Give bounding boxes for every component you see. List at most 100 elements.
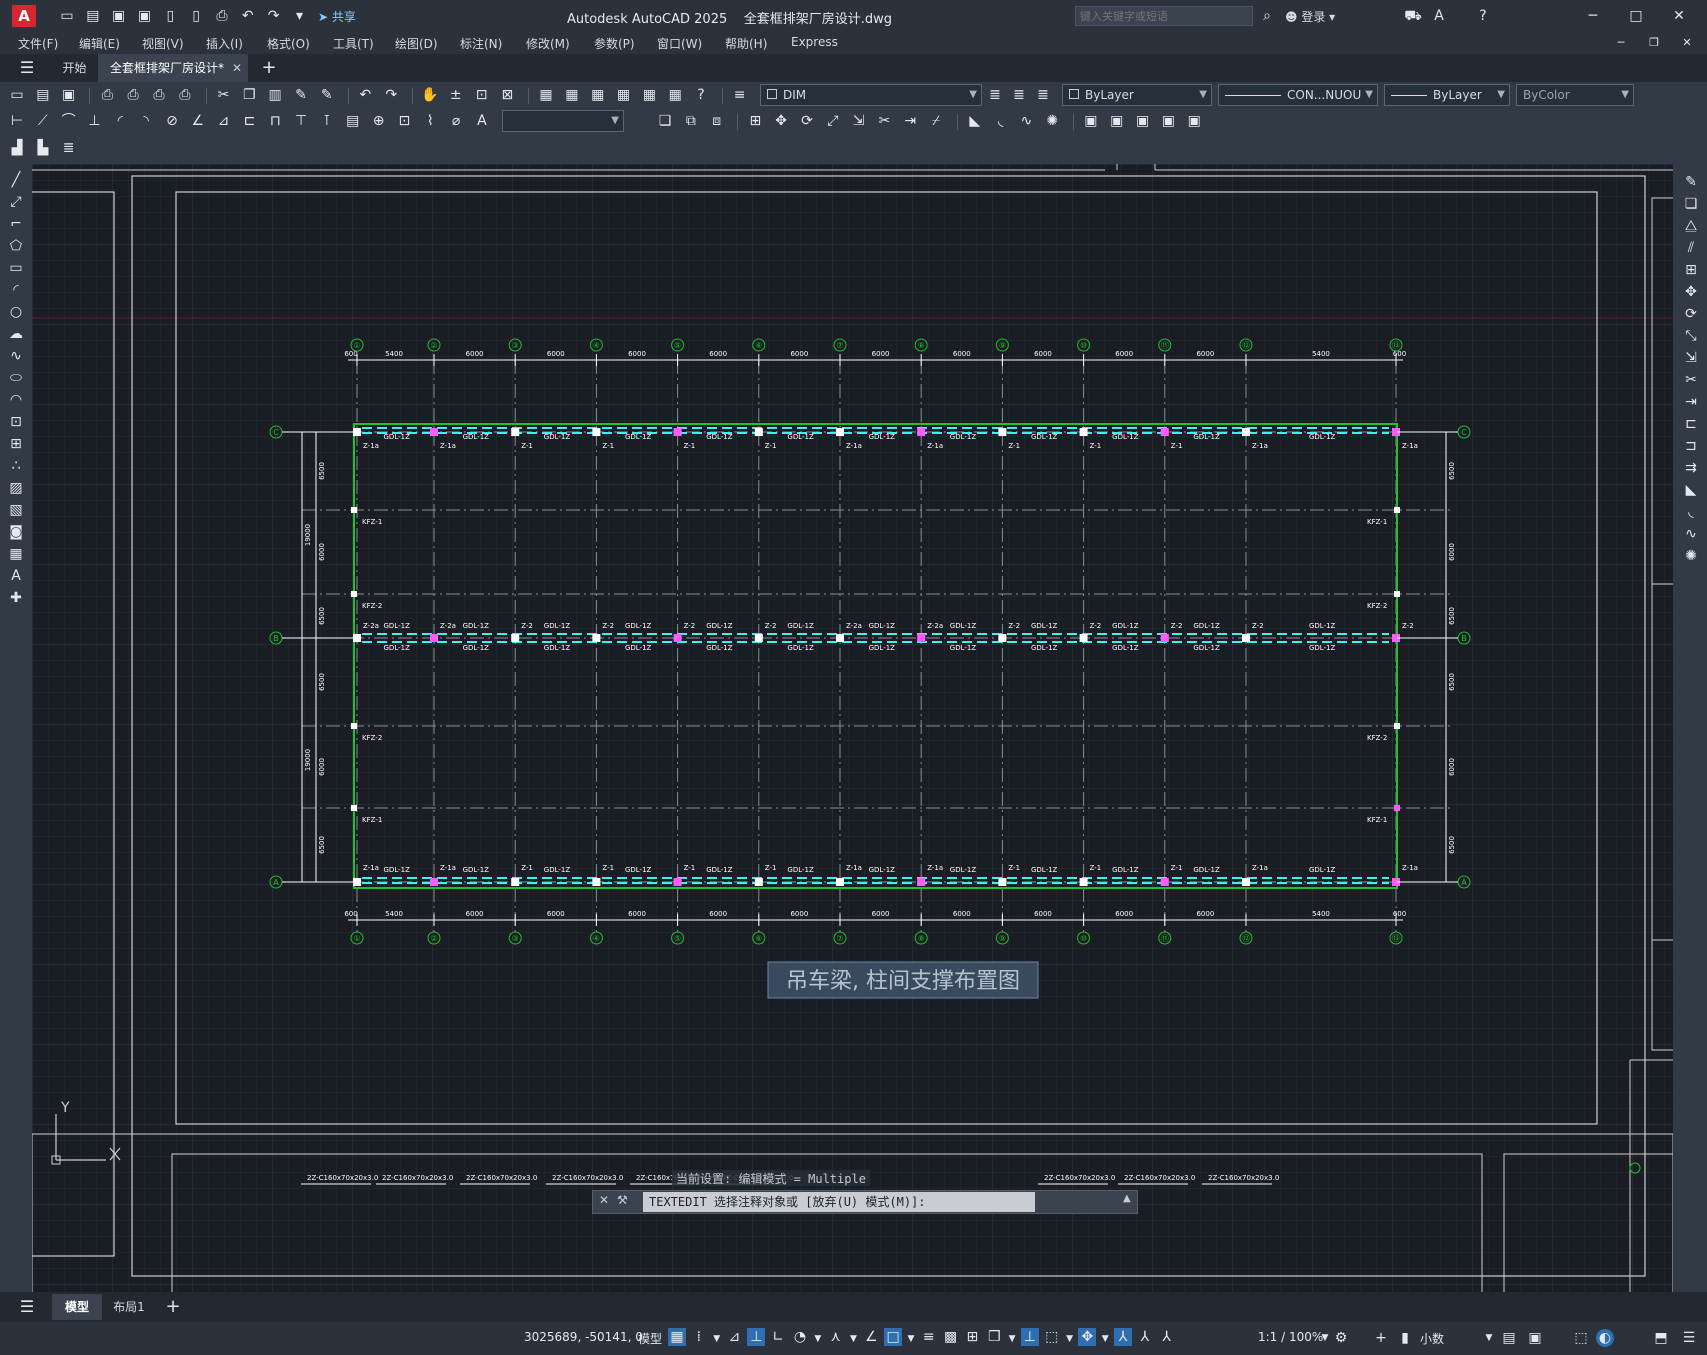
preview-icon[interactable]: ⎙ [124, 86, 142, 104]
copy-icon[interactable]: ❐ [240, 86, 258, 104]
rectangle-icon[interactable]: ▭ [6, 258, 26, 278]
workspace-gear-icon[interactable]: ⚙ [1332, 1329, 1350, 1347]
dynamic-ucs-icon[interactable]: ⊥ [1020, 1328, 1039, 1346]
lineweight-icon[interactable]: ≡ [920, 1328, 938, 1346]
isodraft-icon[interactable]: ⋏ [827, 1328, 845, 1346]
calculator-icon[interactable]: ▦ [666, 86, 684, 104]
ordinate-dim-icon[interactable]: ⊥ [85, 112, 103, 130]
units-dropdown[interactable]: 小数 [1420, 1330, 1444, 1347]
chevron-down-icon[interactable]: ▼ [1480, 1329, 1498, 1347]
arc-icon[interactable]: ◜ [6, 280, 26, 300]
menu-tools[interactable]: 工具(T) [333, 35, 374, 52]
quick-properties-icon[interactable]: ▤ [1500, 1329, 1518, 1347]
viewport-icon[interactable]: ▟ [8, 139, 26, 157]
chevron-down-icon[interactable]: ▼ [813, 1330, 823, 1348]
menu-window[interactable]: 窗口(W) [657, 35, 702, 52]
array-side-icon[interactable]: ⊞ [1681, 260, 1701, 280]
linear-dim-icon[interactable]: ⊢ [8, 112, 26, 130]
minimize-icon[interactable]: ─ [1584, 7, 1602, 25]
ortho-icon[interactable]: ∟ [769, 1328, 787, 1346]
offset-icon[interactable]: ⧈ [708, 112, 726, 130]
point-icon[interactable]: ∴ [6, 456, 26, 476]
dim-style-dropdown[interactable]: ▼ [502, 110, 624, 132]
doc-minimize-icon[interactable]: ─ [1612, 34, 1630, 52]
dim-edit-icon[interactable]: ⌀ [447, 112, 465, 130]
customize-icon[interactable]: ▾ [290, 7, 308, 25]
explode-side-icon[interactable]: ✺ [1681, 546, 1701, 566]
join-icon[interactable]: ⇉ [1681, 458, 1701, 478]
angular-dim-icon[interactable]: ∠ [189, 112, 207, 130]
search-input[interactable] [1076, 7, 1246, 25]
plotstyle-dropdown[interactable]: ByColor ▼ [1516, 84, 1634, 106]
model-space-button[interactable]: 模型 [638, 1330, 662, 1347]
copy-icon[interactable]: ❏ [656, 112, 674, 130]
rotate-side-icon[interactable]: ⟳ [1681, 304, 1701, 324]
qnew-icon[interactable]: ▭ [8, 86, 26, 104]
3d-print-icon[interactable]: ⎙ [176, 86, 194, 104]
menu-insert[interactable]: 插入(I) [206, 35, 243, 52]
publish-icon[interactable]: ⎙ [150, 86, 168, 104]
menu-dimension[interactable]: 标注(N) [460, 35, 502, 52]
wrench-icon[interactable]: ⚒ [617, 1193, 628, 1207]
drawing-title[interactable]: 吊车梁, 柱间支撑布置图 [786, 969, 1020, 994]
undo-icon[interactable]: ↶ [239, 7, 257, 25]
continue-dim-icon[interactable]: ⊓ [266, 112, 284, 130]
spline-icon[interactable]: ∿ [6, 346, 26, 366]
linetype-dropdown[interactable]: CON...NUOU ▼ [1218, 84, 1378, 106]
cut-icon[interactable]: ✂ [214, 86, 232, 104]
menu-modify[interactable]: 修改(M) [526, 35, 570, 52]
scale-side-icon[interactable]: ⤡ [1681, 326, 1701, 346]
help-icon[interactable]: ? [1474, 7, 1492, 25]
dynamic-input-icon[interactable]: ⊥ [747, 1328, 766, 1346]
paste-icon[interactable]: ▥ [266, 86, 284, 104]
units-icon[interactable]: ▮ [1396, 1329, 1414, 1347]
undo-icon[interactable]: ↶ [356, 86, 374, 104]
tab-start[interactable]: 开始 [52, 54, 97, 82]
menu-draw[interactable]: 绘图(D) [395, 35, 438, 52]
polygon-icon[interactable]: ⬠ [6, 236, 26, 256]
center-mark-icon[interactable]: ⊕ [370, 112, 388, 130]
autodesk-app-icon[interactable]: A [1430, 7, 1448, 25]
menu-help[interactable]: 帮助(H) [725, 35, 767, 52]
doc-close-icon[interactable]: ✕ [1678, 34, 1696, 52]
stretch-side-icon[interactable]: ⇲ [1681, 348, 1701, 368]
scale-icon[interactable]: ⤢ [824, 112, 842, 130]
annotation-monitor-icon[interactable]: + [1372, 1329, 1390, 1347]
maximize-icon[interactable]: □ [1627, 7, 1645, 25]
ellipse-icon[interactable]: ⬭ [6, 368, 26, 388]
add-selected-icon[interactable]: ✚ [6, 588, 26, 608]
fillet-icon[interactable]: ◟ [992, 112, 1010, 130]
coordinates-readout[interactable]: 3025689, -50141, 0 [524, 1330, 643, 1344]
layer-dropdown[interactable]: DIM ▼ [760, 84, 982, 106]
tab-close-icon[interactable]: ✕ [232, 54, 242, 82]
chevron-down-icon[interactable]: ▼ [1065, 1330, 1075, 1348]
chevron-down-icon[interactable]: ▼ [848, 1330, 858, 1348]
menu-express[interactable]: Express [791, 35, 838, 49]
fillet-side-icon[interactable]: ◟ [1681, 502, 1701, 522]
break-point-icon[interactable]: ⊏ [1681, 414, 1701, 434]
menu-parametric[interactable]: 参数(P) [594, 35, 635, 52]
hatch-icon[interactable]: ▨ [6, 478, 26, 498]
command-line[interactable]: 当前设置: 编辑模式 = Multiple ✕ ⚒ TEXTEDIT 选择注释对… [592, 1170, 1138, 1214]
aligned-dim-icon[interactable]: ⟋ [34, 112, 52, 130]
lock-ui-icon[interactable]: ▣ [1526, 1329, 1544, 1347]
trim-side-icon[interactable]: ✂ [1681, 370, 1701, 390]
dim-break-icon[interactable]: ⊺ [318, 112, 336, 130]
copy-side-icon[interactable]: ❏ [1681, 194, 1701, 214]
clean-screen-icon[interactable]: ⬒ [1652, 1329, 1670, 1347]
add-layout-icon[interactable]: + [164, 1298, 182, 1316]
tolerance-icon[interactable]: ▤ [344, 112, 362, 130]
sheet-set-icon[interactable]: ▯ [187, 7, 205, 25]
polyline-icon[interactable]: ⌐ [6, 214, 26, 234]
menu-file[interactable]: 文件(F) [18, 35, 58, 52]
draworder-back-icon[interactable]: ▣ [1108, 112, 1126, 130]
auto-scale-icon[interactable]: ⅄ [1136, 1328, 1154, 1346]
pan-icon[interactable]: ✋ [421, 86, 439, 104]
new-tab-icon[interactable]: + [260, 59, 278, 77]
annotation-scale-readout[interactable]: 1:1 / 100% [1258, 1330, 1323, 1344]
revcloud-icon[interactable]: ☁ [6, 324, 26, 344]
tool-palettes-icon[interactable]: ▦ [589, 86, 607, 104]
properties-icon[interactable]: ▦ [537, 86, 555, 104]
extend-side-icon[interactable]: ⇥ [1681, 392, 1701, 412]
hardware-accel-icon[interactable]: ◐ [1596, 1329, 1614, 1347]
